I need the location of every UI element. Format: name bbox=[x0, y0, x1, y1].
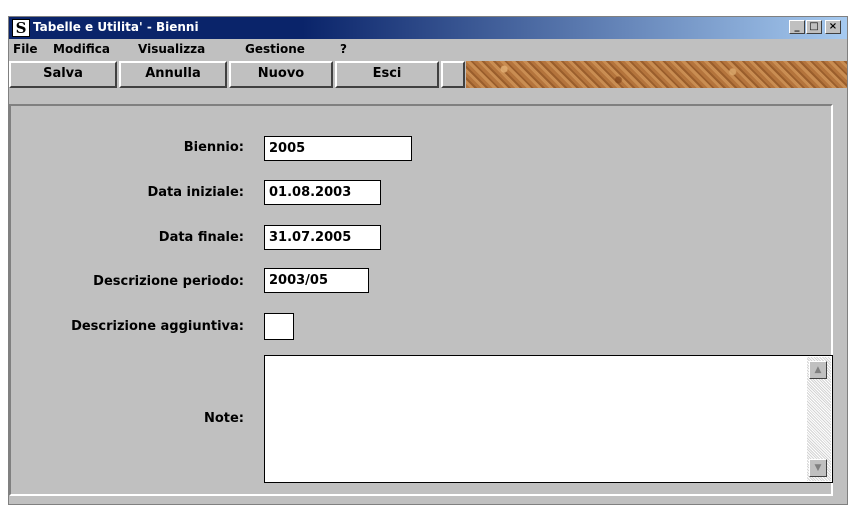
menu-help[interactable]: ? bbox=[340, 42, 347, 56]
banner-image bbox=[466, 61, 847, 88]
note-textarea[interactable]: ▲ ▼ bbox=[264, 355, 833, 483]
scroll-up-arrow-icon[interactable]: ▲ bbox=[809, 361, 827, 379]
exit-button[interactable]: Esci bbox=[335, 61, 439, 88]
cancel-button[interactable]: Annulla bbox=[119, 61, 227, 88]
menu-visualizza[interactable]: Visualizza bbox=[138, 42, 205, 56]
descrizione-periodo-input[interactable]: 2003/05 bbox=[264, 268, 369, 293]
menu-file[interactable]: File bbox=[13, 42, 38, 56]
note-label: Note: bbox=[203, 411, 244, 426]
descrizione-periodo-label: Descrizione periodo: bbox=[93, 274, 244, 289]
minimize-button[interactable]: _ bbox=[789, 20, 805, 34]
new-button[interactable]: Nuovo bbox=[229, 61, 333, 88]
menu-bar: File Modifica Visualizza Gestione ? bbox=[9, 40, 847, 59]
toolbar: Salva Annulla Nuovo Esci bbox=[9, 60, 847, 88]
note-scrollbar[interactable]: ▲ ▼ bbox=[807, 357, 831, 481]
save-button[interactable]: Salva bbox=[9, 61, 117, 88]
app-logo-icon[interactable]: S bbox=[12, 19, 30, 37]
data-finale-label: Data finale: bbox=[158, 230, 244, 245]
descrizione-aggiuntiva-label: Descrizione aggiuntiva: bbox=[71, 319, 244, 334]
close-button[interactable]: × bbox=[825, 20, 841, 34]
maximize-button[interactable]: □ bbox=[806, 20, 822, 34]
toolbar-spacer-button bbox=[441, 61, 465, 88]
data-finale-input[interactable]: 31.07.2005 bbox=[264, 225, 381, 250]
biennio-input[interactable]: 2005 bbox=[264, 136, 412, 161]
menu-gestione[interactable]: Gestione bbox=[245, 42, 305, 56]
menu-modifica[interactable]: Modifica bbox=[53, 42, 110, 56]
data-iniziale-input[interactable]: 01.08.2003 bbox=[264, 180, 381, 205]
scroll-down-arrow-icon[interactable]: ▼ bbox=[809, 459, 827, 477]
data-iniziale-label: Data iniziale: bbox=[147, 185, 244, 200]
window-title: Tabelle e Utilita' - Bienni bbox=[33, 20, 199, 34]
biennio-label: Biennio: bbox=[183, 140, 244, 155]
title-bar[interactable]: S Tabelle e Utilita' - Bienni _ □ × bbox=[9, 17, 847, 39]
descrizione-aggiuntiva-input[interactable] bbox=[264, 313, 294, 340]
